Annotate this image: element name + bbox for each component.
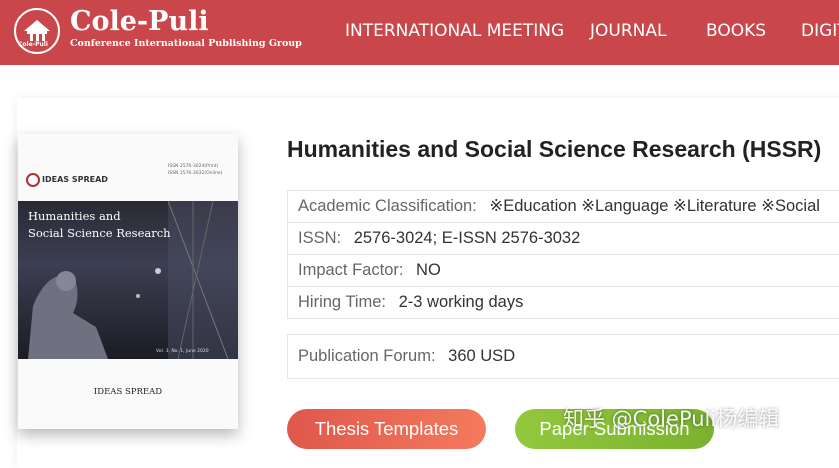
info-value: NO bbox=[416, 261, 441, 279]
forum-label: Publication Forum: bbox=[298, 347, 436, 365]
info-value: ※Education ※Language ※Literature ※Social bbox=[489, 197, 820, 215]
info-row-hiring-time: Hiring Time: 2-3 working days bbox=[288, 287, 839, 319]
forum-value: 360 USD bbox=[448, 347, 516, 365]
cover-title-line1: Humanities and bbox=[28, 209, 121, 223]
journal-cover-image[interactable]: IDEAS SPREAD ISSN 2576-3024(Print) ISSN … bbox=[18, 134, 238, 429]
site-header: Cole-Puli Cole-Puli Conference Internati… bbox=[0, 0, 839, 65]
nav-digital[interactable]: DIGITAL bbox=[801, 21, 839, 41]
cover-brand: IDEAS SPREAD bbox=[42, 175, 108, 184]
info-label: Academic Classification: bbox=[298, 197, 477, 215]
logo-ring-text: Cole-Puli bbox=[18, 41, 48, 48]
info-label: Impact Factor: bbox=[298, 261, 404, 279]
info-label: ISSN: bbox=[298, 229, 342, 247]
nav-international-meeting[interactable]: INTERNATIONAL MEETING bbox=[345, 21, 564, 41]
logo-subtitle: Conference International Publishing Grou… bbox=[70, 38, 302, 49]
journal-info-table: Academic Classification: ※Education ※Lan… bbox=[287, 190, 839, 319]
info-value: 2-3 working days bbox=[398, 293, 524, 311]
info-row-classification: Academic Classification: ※Education ※Lan… bbox=[288, 191, 839, 223]
info-label: Hiring Time: bbox=[298, 293, 387, 311]
thesis-templates-button[interactable]: Thesis Templates bbox=[287, 409, 486, 449]
cover-issue: Vol. 3, No. 1, June 2020 bbox=[156, 349, 209, 354]
cover-title-line2: Social Science Research bbox=[28, 226, 171, 240]
cover-publisher: IDEAS SPREAD bbox=[93, 387, 163, 397]
publication-forum-row: Publication Forum: 360 USD bbox=[287, 334, 839, 379]
info-value: 2576-3024; E-ISSN 2576-3032 bbox=[353, 229, 581, 247]
cover-issn-print: ISSN 2576-3024(Print) bbox=[168, 164, 219, 169]
info-row-impact-factor: Impact Factor: NO bbox=[288, 255, 839, 287]
cover-artwork: Humanities and Social Science Research bbox=[18, 201, 238, 359]
zhihu-watermark: 知乎 @ColePuli杨编辑 bbox=[563, 407, 780, 431]
info-row-issn: ISSN: 2576-3024; E-ISSN 2576-3032 bbox=[288, 223, 839, 255]
logo-emblem-icon[interactable]: Cole-Puli bbox=[14, 8, 60, 54]
cover-issn-online: ISSN 2576-3032(Online) bbox=[168, 171, 223, 176]
ideas-spread-logo-icon bbox=[26, 173, 40, 187]
journal-title: Humanities and Social Science Research (… bbox=[287, 136, 822, 162]
nav-journal[interactable]: JOURNAL bbox=[590, 21, 666, 41]
nav-books[interactable]: BOOKS bbox=[706, 21, 766, 41]
logo-name[interactable]: Cole-Puli bbox=[70, 5, 209, 39]
